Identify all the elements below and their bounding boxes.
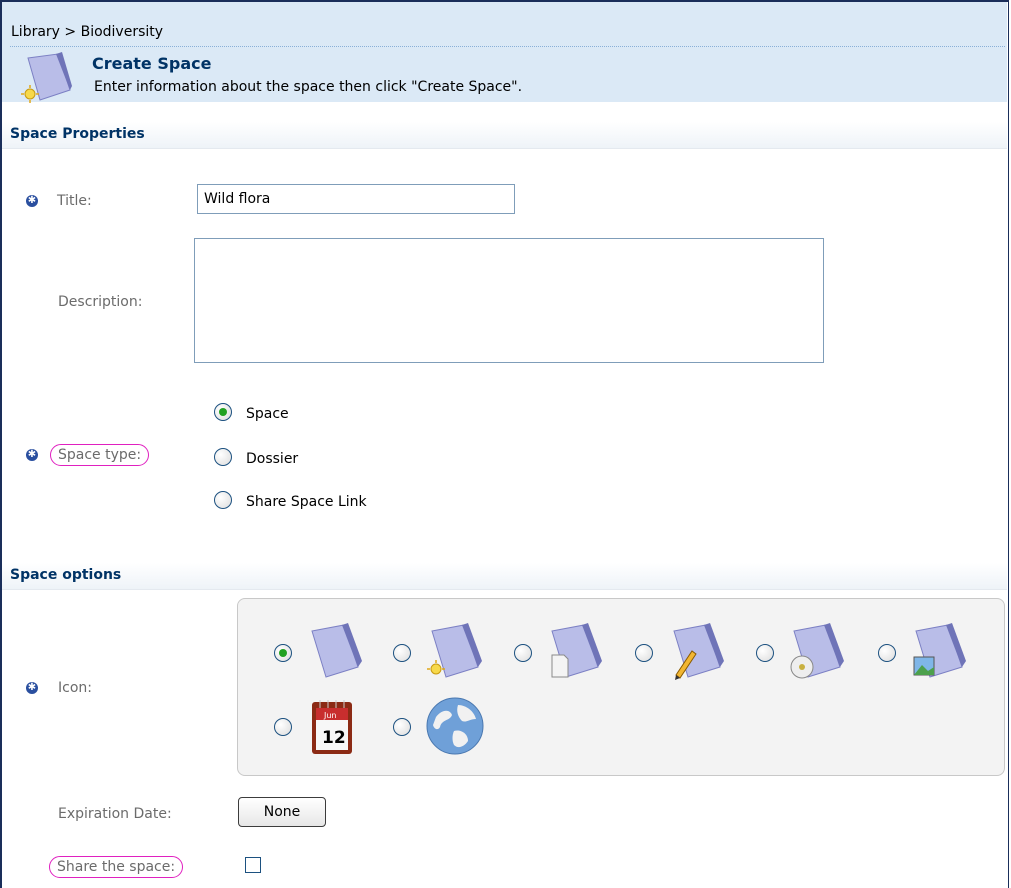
- radio-share-space-link-label: Share Space Link: [246, 494, 367, 510]
- radio-icon-folder-document[interactable]: [514, 644, 532, 662]
- section-title: Space options: [10, 567, 122, 583]
- radio-icon-folder[interactable]: [274, 644, 292, 662]
- calendar-month: Jun: [323, 711, 337, 720]
- description-label: Description:: [58, 294, 143, 310]
- radio-space[interactable]: [214, 403, 232, 421]
- radio-dossier[interactable]: [214, 448, 232, 466]
- title-input[interactable]: [197, 184, 515, 214]
- globe-icon[interactable]: [424, 695, 486, 757]
- breadcrumb: Library > Biodiversity: [11, 24, 163, 40]
- required-marker-icon: ✱: [26, 195, 38, 207]
- folder-icon[interactable]: [304, 621, 366, 683]
- page-description: Enter information about the space then c…: [94, 79, 523, 95]
- share-space-checkbox[interactable]: [245, 857, 261, 873]
- breadcrumb-biodiversity[interactable]: Biodiversity: [81, 24, 163, 40]
- description-input[interactable]: [194, 238, 824, 363]
- space-properties-section-header: Space Properties: [2, 122, 1007, 149]
- radio-share-space-link[interactable]: [214, 491, 232, 509]
- space-options-section-header: Space options: [2, 563, 1007, 590]
- folder-image-icon[interactable]: [908, 621, 970, 683]
- breadcrumb-library[interactable]: Library: [11, 24, 60, 40]
- calendar-day: 12: [322, 728, 346, 748]
- page-header: Library > Biodiversity Create Space Ente…: [2, 2, 1007, 103]
- page-title: Create Space: [92, 54, 212, 73]
- radio-space-label: Space: [246, 406, 289, 422]
- title-label: Title:: [57, 193, 92, 209]
- space-type-label: Space type:: [50, 444, 150, 466]
- required-marker-icon: ✱: [26, 449, 38, 461]
- radio-icon-globe[interactable]: [393, 718, 411, 736]
- folder-new-icon[interactable]: [424, 621, 486, 683]
- folder-cd-icon[interactable]: [786, 621, 848, 683]
- radio-icon-folder-image[interactable]: [878, 644, 896, 662]
- radio-icon-folder-pencil[interactable]: [635, 644, 653, 662]
- required-marker-icon: ✱: [26, 682, 38, 694]
- folder-pencil-icon[interactable]: [666, 621, 728, 683]
- radio-icon-folder-new[interactable]: [393, 644, 411, 662]
- icon-label: Icon:: [58, 680, 92, 696]
- icon-picker: Jun 12: [237, 598, 1005, 776]
- create-space-icon: [21, 52, 72, 103]
- share-space-label: Share the space:: [49, 856, 184, 878]
- calendar-icon[interactable]: Jun 12: [302, 696, 364, 758]
- expiration-date-label: Expiration Date:: [58, 806, 172, 822]
- header-divider: [10, 46, 1005, 47]
- folder-document-icon[interactable]: [544, 621, 606, 683]
- expiration-none-button[interactable]: None: [238, 797, 326, 827]
- section-title: Space Properties: [10, 126, 145, 142]
- radio-icon-calendar[interactable]: [274, 718, 292, 736]
- breadcrumb-separator: >: [64, 24, 77, 40]
- radio-dossier-label: Dossier: [246, 451, 299, 467]
- radio-icon-folder-cd[interactable]: [756, 644, 774, 662]
